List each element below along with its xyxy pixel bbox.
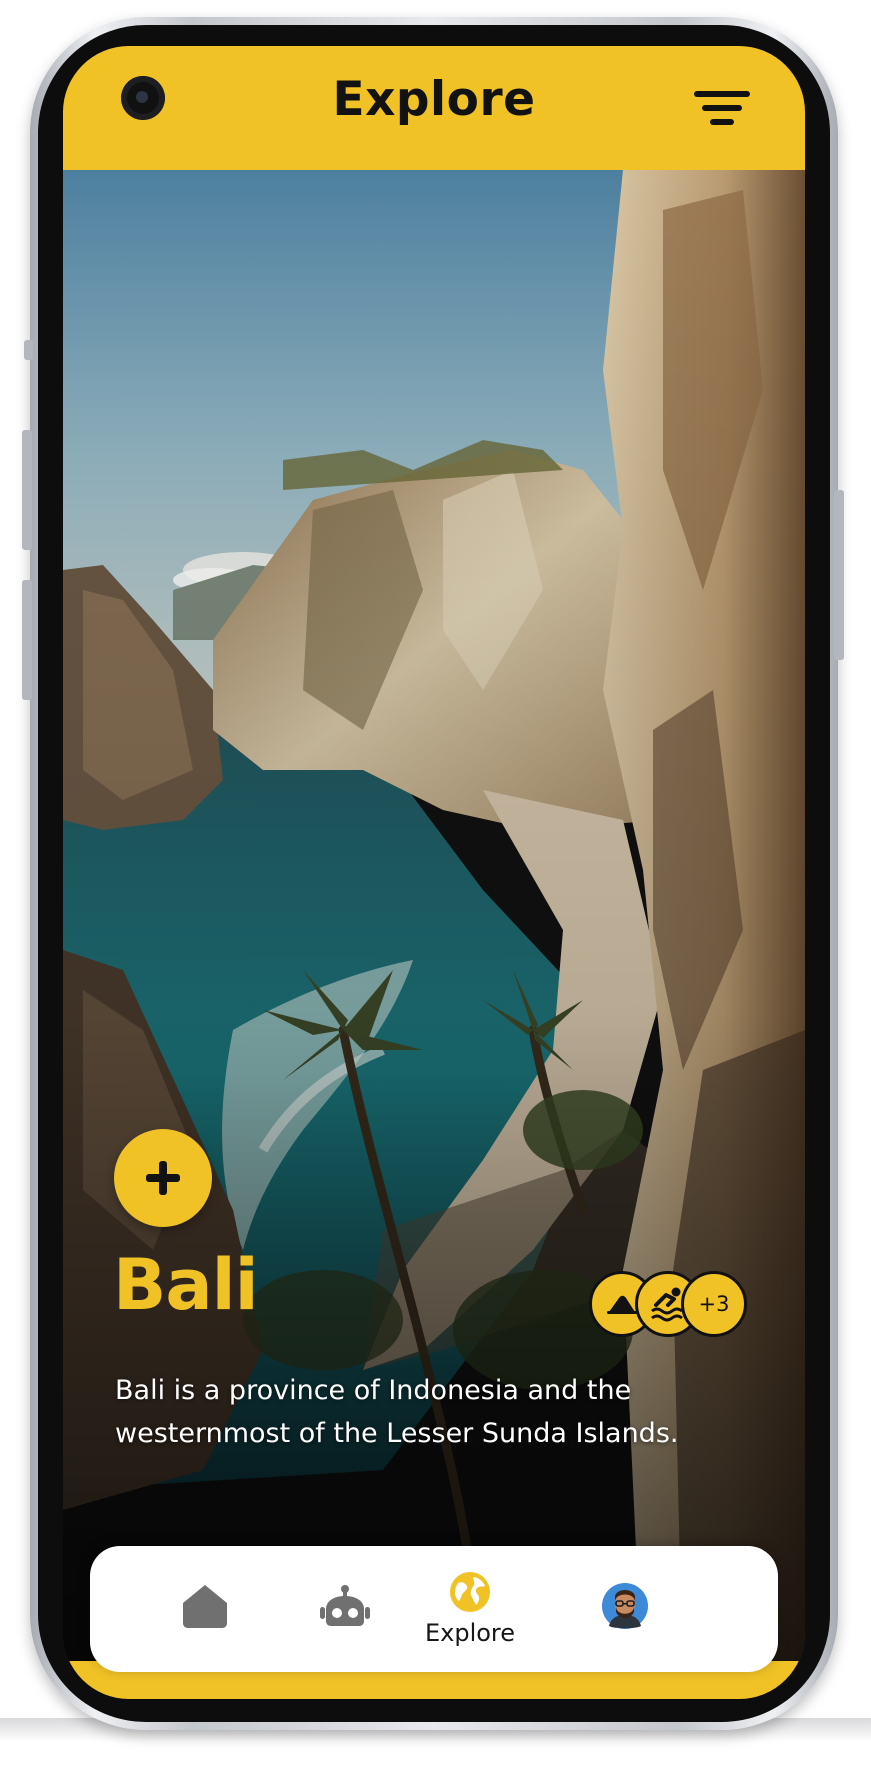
more-activities-badge: +3 bbox=[681, 1271, 747, 1337]
nav-item-profile[interactable] bbox=[560, 1546, 690, 1672]
robot-icon bbox=[320, 1585, 370, 1626]
home-icon bbox=[183, 1585, 227, 1628]
power-button bbox=[834, 490, 844, 660]
bottom-navigation: Explore bbox=[90, 1546, 778, 1672]
destination-photo bbox=[63, 170, 805, 1699]
app-screen: Explore Bali +3 Bali is a province of In… bbox=[63, 46, 805, 1699]
nav-item-explore[interactable]: Explore bbox=[395, 1546, 545, 1672]
filter-icon[interactable] bbox=[693, 88, 751, 128]
nav-item-home[interactable] bbox=[140, 1546, 270, 1672]
bali-coast-photo bbox=[63, 170, 805, 1699]
volume-up-button bbox=[22, 430, 32, 550]
more-activities-count: +3 bbox=[698, 1292, 730, 1316]
globe-icon bbox=[450, 1572, 490, 1612]
nav-label-explore: Explore bbox=[424, 1619, 516, 1647]
avatar bbox=[602, 1583, 648, 1629]
plus-icon bbox=[146, 1161, 180, 1195]
mute-switch bbox=[24, 340, 33, 360]
add-destination-button[interactable] bbox=[114, 1129, 212, 1227]
app-header: Explore bbox=[63, 46, 805, 170]
nav-item-assistant[interactable] bbox=[280, 1546, 410, 1672]
device-mockup: Explore Bali +3 Bali is a province of In… bbox=[0, 0, 871, 1771]
activity-badges[interactable]: +3 bbox=[589, 1271, 749, 1343]
destination-name: Bali bbox=[113, 1244, 259, 1326]
destination-description: Bali is a province of Indonesia and the … bbox=[115, 1375, 679, 1449]
volume-down-button bbox=[22, 580, 32, 700]
